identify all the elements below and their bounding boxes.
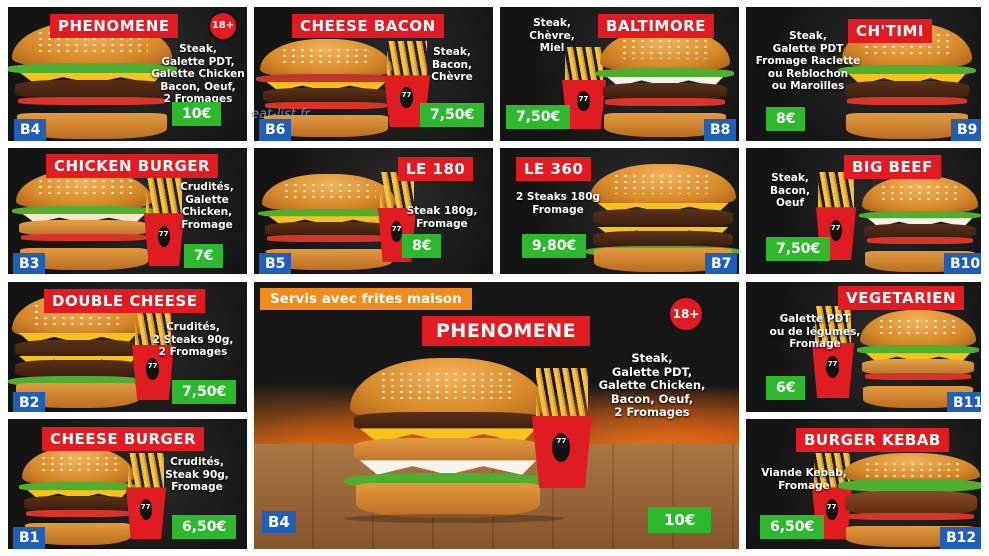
age-badge: 18+ xyxy=(668,296,704,332)
price-tag: 8€ xyxy=(402,234,442,258)
item-code: B3 xyxy=(13,253,46,274)
item-title: CHICKEN BURGER xyxy=(46,154,219,178)
fries-image: 77 xyxy=(532,368,592,488)
price-tag: 6€ xyxy=(766,376,806,400)
menu-card-b1[interactable]: 77 CHEESE BURGER Crudités, Steak 90g, Fr… xyxy=(8,419,247,549)
menu-card-b3[interactable]: 77 CHICKEN BURGER Crudités, Galette Chic… xyxy=(8,148,247,274)
item-description: Steak, Galette PDT, Galette Chicken Baco… xyxy=(151,43,245,105)
menu-card-b12[interactable]: 77 BURGER KEBAB Viande Kebab, Fromage 6,… xyxy=(746,419,981,549)
item-code: B4 xyxy=(262,511,296,533)
menu-card-b9[interactable]: CH'TIMI Steak, Galette PDT Fromage Racle… xyxy=(746,7,981,141)
item-code: B7 xyxy=(705,253,738,274)
item-title: BIG BEEF xyxy=(844,155,941,179)
item-description: Viande Kebab, Fromage xyxy=(761,467,847,492)
item-title: BALTIMORE xyxy=(598,14,714,38)
price-tag: 7,50€ xyxy=(506,105,571,129)
item-description: 2 Steaks 180g Fromage xyxy=(515,191,601,216)
item-code: B10 xyxy=(944,253,981,274)
item-title: LE 360 xyxy=(516,157,592,181)
item-description: Steak, Chèvre, Miel xyxy=(529,17,575,54)
menu-card-b8[interactable]: 77 BALTIMORE Steak, Chèvre, Miel 7,50€ B… xyxy=(500,7,739,141)
item-description: Crudités, Steak 90g, Fromage xyxy=(165,456,229,493)
price-tag: 9,80€ xyxy=(522,234,587,258)
watermark: eat-list.fr xyxy=(251,107,310,122)
item-title: CHEESE BURGER xyxy=(42,427,205,451)
item-description: Galette PDT ou de légumes, Fromage xyxy=(769,313,861,350)
item-code: B8 xyxy=(704,119,737,141)
price-tag: 10€ xyxy=(172,102,222,126)
menu-card-b7[interactable]: LE 360 2 Steaks 180g Fromage 9,80€ B7 xyxy=(500,148,739,274)
menu-card-b4[interactable]: PHENOMENE 18+ Steak, Galette PDT, Galett… xyxy=(8,7,247,141)
price-tag: 6,50€ xyxy=(760,515,825,539)
price-tag: 7,50€ xyxy=(172,380,237,404)
price-tag: 7,50€ xyxy=(766,237,831,261)
featured-description: Steak, Galette PDT, Galette Chicken, Bac… xyxy=(598,351,706,419)
menu-card-b5[interactable]: 77 LE 180 Steak 180g, Fromage 8€ B5 xyxy=(254,148,493,274)
item-code: B2 xyxy=(13,392,46,412)
menu-card-b2[interactable]: 77 DOUBLE CHEESE Crudités, 2 Steaks 90g,… xyxy=(8,282,247,412)
item-title: LE 180 xyxy=(398,157,474,181)
item-description: Steak, Galette PDT Fromage Raclette ou R… xyxy=(755,30,861,92)
item-title: PHENOMENE xyxy=(50,14,178,38)
item-description: Steak, Bacon, Oeuf xyxy=(770,172,810,209)
price-tag: 7€ xyxy=(184,244,224,268)
price-tag: 10€ xyxy=(648,507,712,533)
featured-title: PHENOMENE xyxy=(422,316,591,346)
burger-image xyxy=(344,358,552,518)
featured-card[interactable]: Servis avec frites maison PHENOMENE 18+ … xyxy=(254,282,739,549)
item-title: DOUBLE CHEESE xyxy=(44,289,206,313)
item-title: BURGER KEBAB xyxy=(796,428,949,452)
menu-card-b11[interactable]: 77 VEGETARIEN Galette PDT ou de légumes,… xyxy=(746,282,981,412)
item-code: B9 xyxy=(951,119,981,141)
item-code: B12 xyxy=(940,527,981,549)
item-title: CHEESE BACON xyxy=(292,14,444,38)
item-description: Steak 180g, Fromage xyxy=(406,205,478,230)
item-code: B11 xyxy=(947,392,981,412)
item-code: B4 xyxy=(14,119,47,141)
price-tag: 7,50€ xyxy=(420,103,485,127)
item-code: B6 xyxy=(259,119,292,141)
menu-card-b10[interactable]: 77 BIG BEEF Steak, Bacon, Oeuf 7,50€ B10 xyxy=(746,148,981,274)
age-badge: 18+ xyxy=(208,11,238,41)
item-description: Crudités, 2 Steaks 90g, 2 Fromages xyxy=(152,321,234,358)
item-code: B5 xyxy=(259,253,292,274)
item-title: VEGETARIEN xyxy=(838,286,965,310)
served-with-fries-banner: Servis avec frites maison xyxy=(260,288,472,310)
price-tag: 6,50€ xyxy=(172,515,237,539)
item-description: Steak, Bacon, Chèvre xyxy=(431,46,473,83)
item-code: B1 xyxy=(13,527,46,549)
price-tag: 8€ xyxy=(766,107,806,131)
item-description: Crudités, Galette Chicken, Fromage xyxy=(180,181,234,231)
